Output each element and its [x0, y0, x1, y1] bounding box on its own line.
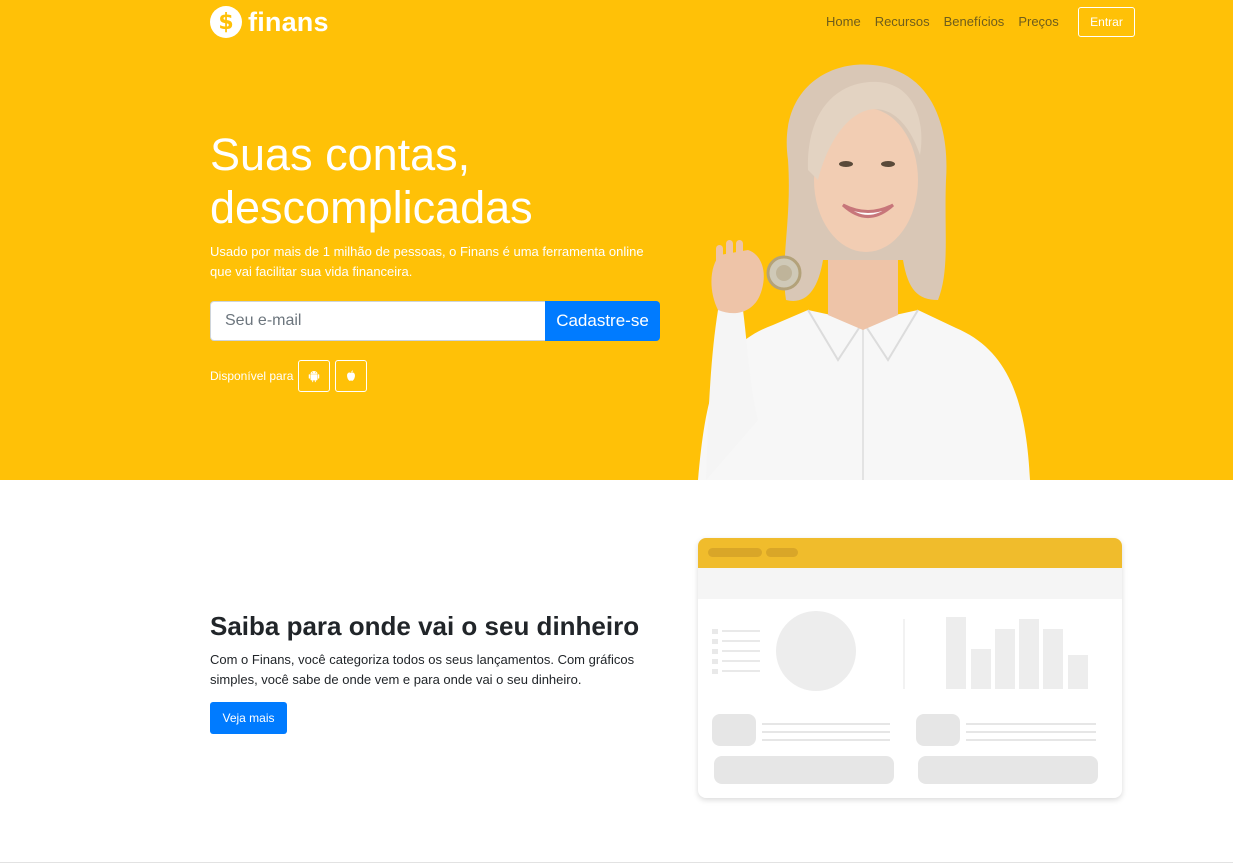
apple-store-button[interactable]: [335, 360, 368, 392]
hero-section: $ finans Home Recursos Benefícios Preços…: [0, 0, 1233, 480]
dashboard-mockup-image: [698, 538, 1122, 798]
woman-holding-coin-image: [698, 64, 1030, 480]
section-description-line2: simples, você sabe de onde vem e para on…: [210, 672, 582, 687]
mockup-toolbar: [698, 568, 1122, 599]
mockup-header-pill: [766, 548, 798, 557]
hero-subtitle-line2: que vai facilitar sua vida financeira.: [210, 264, 413, 279]
hero-subtitle: Usado por mais de 1 milhão de pessoas, o…: [210, 242, 660, 282]
nav-item-recursos[interactable]: Recursos: [875, 14, 930, 29]
brand-logo-link[interactable]: $ finans: [210, 6, 329, 38]
signup-form: Cadastre-se: [210, 301, 660, 341]
hero-title-line1: Suas contas,: [210, 129, 471, 180]
nav-item-precos[interactable]: Preços: [1018, 14, 1058, 29]
available-label: Disponível para: [210, 369, 294, 383]
section-title: Saiba para onde vai o seu dinheiro: [210, 611, 640, 641]
main-nav: Home Recursos Benefícios Preços: [826, 14, 1059, 29]
email-input[interactable]: [210, 301, 545, 341]
mockup-header-pill: [708, 548, 762, 557]
dollar-icon: $: [210, 6, 242, 38]
nav-item-beneficios[interactable]: Benefícios: [944, 14, 1005, 29]
section-divider: [0, 862, 1233, 863]
hero-subtitle-line1: Usado por mais de 1 milhão de pessoas, o…: [210, 244, 644, 259]
section-description: Com o Finans, você categoriza todos os s…: [210, 650, 650, 690]
apple-icon: [347, 370, 356, 381]
hero-title: Suas contas, descomplicadas: [210, 128, 650, 234]
android-icon: [309, 371, 320, 383]
available-platforms: Disponível para: [210, 360, 368, 392]
nav-item-home[interactable]: Home: [826, 14, 861, 29]
see-more-button[interactable]: Veja mais: [210, 702, 287, 734]
hero-title-line2: descomplicadas: [210, 182, 533, 233]
mockup-header: [698, 538, 1122, 568]
android-store-button[interactable]: [298, 360, 331, 392]
brand-name: finans: [248, 6, 329, 37]
section-description-line1: Com o Finans, você categoriza todos os s…: [210, 652, 635, 667]
login-button[interactable]: Entrar: [1078, 7, 1135, 37]
mockup-body: [712, 611, 1098, 784]
signup-button[interactable]: Cadastre-se: [545, 301, 660, 341]
